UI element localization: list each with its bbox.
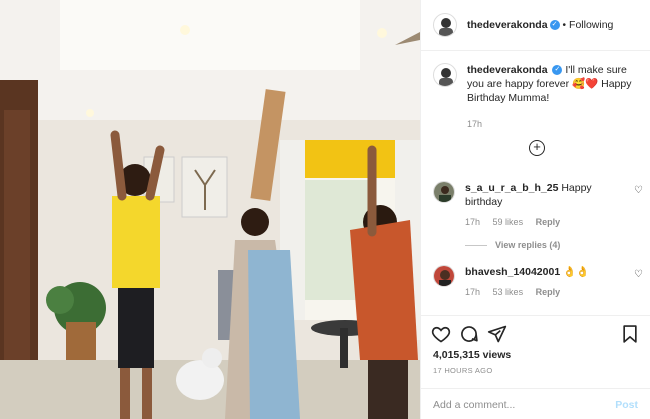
action-icons	[431, 324, 642, 346]
bookmark-icon[interactable]	[620, 324, 642, 346]
video-frame	[0, 0, 420, 419]
author-username[interactable]: thedeverakonda	[467, 19, 548, 31]
view-replies-line	[465, 244, 487, 246]
action-bar: 4,015,315 views 17 HOURS AGO Post	[421, 315, 650, 419]
heart-icon[interactable]	[431, 324, 453, 346]
comment-icon[interactable]	[459, 324, 481, 346]
post-sidebar: thedeverakonda ✓ • Following thedeverako…	[420, 0, 650, 419]
caption-verified-icon: ✓	[552, 65, 563, 76]
caption-avatar[interactable]	[433, 63, 457, 87]
comment-item: s_a_u_r_a_b_h_25 Happy birthday 17h 59 l…	[433, 181, 643, 229]
separator-dot: •	[562, 19, 567, 31]
post-media[interactable]	[0, 0, 420, 419]
comment-text: 👌👌	[563, 266, 590, 278]
comment-timestamp[interactable]: 17h	[465, 287, 480, 297]
reply-button[interactable]: Reply	[536, 287, 561, 297]
following-button[interactable]: Following	[569, 19, 613, 31]
post-header: thedeverakonda ✓ • Following	[421, 0, 650, 51]
share-icon[interactable]	[487, 324, 509, 346]
view-replies-label: View replies (4)	[495, 240, 561, 250]
caption-username[interactable]: thedeverakonda	[467, 64, 548, 76]
post-comment-button[interactable]: Post	[615, 399, 638, 411]
comments-list[interactable]: thedeverakonda ✓ I'll make sure you are …	[421, 51, 650, 315]
comment-like-heart-icon[interactable]: ♡	[634, 269, 643, 280]
post-time-ago[interactable]: 17 HOURS AGO	[433, 366, 492, 375]
commenter-avatar[interactable]	[433, 265, 455, 287]
add-comment-bar: Post	[421, 388, 650, 419]
verified-badge-icon: ✓	[549, 20, 560, 30]
comment-likes[interactable]: 53 likes	[493, 287, 524, 297]
commenter-avatar[interactable]	[433, 181, 455, 203]
comment-timestamp[interactable]: 17h	[465, 217, 480, 227]
commenter-username[interactable]: bhavesh_14042001	[465, 266, 560, 278]
commenter-username[interactable]: s_a_u_r_a_b_h_25	[465, 182, 558, 194]
reply-button[interactable]: Reply	[536, 217, 561, 227]
comment-like-heart-icon[interactable]: ♡	[634, 185, 643, 196]
caption-timestamp[interactable]: 17h	[467, 117, 637, 131]
post-caption: thedeverakonda ✓ I'll make sure you are …	[421, 51, 650, 131]
comment-input[interactable]	[433, 398, 616, 411]
comment-likes[interactable]: 59 likes	[493, 217, 524, 227]
author-avatar[interactable]	[433, 13, 457, 37]
view-replies-button[interactable]: View replies (4)	[465, 240, 560, 250]
comment-item: bhavesh_14042001 👌👌 17h 53 likes Reply ♡	[433, 265, 643, 299]
plus-circle-icon[interactable]: +	[529, 140, 545, 156]
view-count[interactable]: 4,015,315 views	[433, 349, 511, 361]
